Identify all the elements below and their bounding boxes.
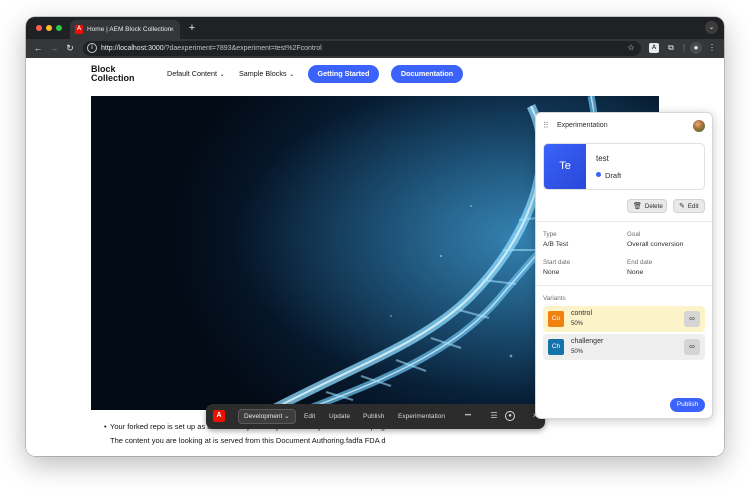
browser-menu-icon[interactable]: ⋮ [706, 42, 718, 54]
preview-variant-icon[interactable]: ∞ [684, 339, 700, 355]
experiment-thumbnail: Te [544, 144, 586, 189]
type-label: Type [543, 231, 557, 238]
minimize-window-button[interactable] [46, 25, 52, 31]
user-avatar[interactable] [693, 120, 705, 132]
more-options-icon[interactable]: ••• [462, 410, 474, 422]
chevron-down-icon: ⌄ [287, 72, 295, 78]
edit-label: Edit [687, 203, 699, 210]
variants-label: Variants [543, 295, 566, 302]
end-date-label: End date [627, 259, 653, 266]
adobe-favicon-icon: A [75, 25, 83, 34]
getting-started-button[interactable]: Getting Started [308, 65, 379, 83]
divider [536, 221, 712, 222]
divider [536, 285, 712, 286]
edit-button[interactable]: ✎ Edit [673, 199, 705, 213]
chevron-down-icon: ⌄ [284, 413, 290, 420]
nav-label: Sample Blocks [239, 69, 287, 78]
reload-icon[interactable]: ↻ [63, 41, 77, 55]
tab-title: Home | AEM Block Collection [87, 26, 172, 33]
new-tab-button[interactable]: + [185, 20, 199, 36]
browser-window: A Home | AEM Block Collection × + ⌄ ← → … [26, 17, 724, 456]
variant-name: challenger [571, 338, 604, 345]
forward-arrow-icon[interactable]: → [47, 41, 61, 55]
start-date-label: Start date [543, 259, 571, 266]
documentation-button[interactable]: Documentation [391, 65, 463, 83]
bookmark-star-icon[interactable]: ☆ [625, 42, 637, 54]
goal-value: Overall conversion [627, 241, 684, 248]
chevron-down-icon: ⌄ [217, 72, 225, 78]
user-account-icon[interactable]: ● [505, 411, 515, 421]
back-arrow-icon[interactable]: ← [31, 41, 45, 55]
web-page: Block Collection Default Content ⌄ Sampl… [26, 58, 724, 456]
browser-tab[interactable]: A Home | AEM Block Collection × [70, 20, 180, 39]
tab-strip: A Home | AEM Block Collection × + ⌄ [26, 17, 724, 39]
profile-icon[interactable]: ● [690, 42, 702, 54]
experiment-card[interactable]: Te test Draft [543, 143, 705, 190]
type-value: A/B Test [543, 241, 569, 248]
site-brand[interactable]: Block Collection [91, 65, 151, 83]
site-info-icon[interactable]: i [87, 43, 97, 53]
status-dot-icon [596, 172, 601, 177]
sidekick-publish-button[interactable]: Publish [363, 409, 384, 424]
start-date-value: None [543, 269, 560, 276]
maximize-window-button[interactable] [56, 25, 62, 31]
nav-label: Default Content [167, 69, 217, 78]
url-text[interactable]: http://localhost:3000/?daexperiment=7893… [101, 41, 322, 56]
menu-icon[interactable]: ☰ [488, 410, 500, 422]
variant-item-control[interactable]: Co control 50% ∞ [543, 306, 705, 332]
address-bar[interactable]: i http://localhost:3000/?daexperiment=78… [83, 41, 641, 56]
content-line-2: The content you are looking at is served… [110, 436, 386, 445]
delete-label: Delete [644, 203, 663, 210]
nav-sample-blocks[interactable]: Sample Blocks ⌄ [239, 69, 294, 78]
experiment-status: Draft [596, 171, 621, 180]
sidekick-experimentation-button[interactable]: Experimentation [398, 409, 445, 424]
variant-split: 50% [571, 349, 584, 355]
delete-button[interactable]: 🗑 Delete [627, 199, 667, 213]
variant-thumbnail: Co [548, 311, 564, 327]
end-date-value: None [627, 269, 644, 276]
tab-search-menu-icon[interactable]: ⌄ [705, 21, 718, 34]
sidekick-update-button[interactable]: Update [329, 409, 350, 424]
variant-item-challenger[interactable]: Ch challenger 50% ∞ [543, 334, 705, 360]
environment-switcher[interactable]: Development ⌄ [238, 409, 296, 424]
extensions-puzzle-icon[interactable]: ⧉ [665, 42, 677, 54]
experiment-name: test [596, 154, 609, 163]
preview-variant-icon[interactable]: ∞ [684, 311, 700, 327]
browser-toolbar: ← → ↻ i http://localhost:3000/?daexperim… [26, 39, 724, 58]
variant-split: 50% [571, 321, 584, 327]
pencil-icon: ✎ [679, 203, 685, 210]
adobe-logo-icon[interactable]: A [213, 410, 225, 422]
trash-icon: 🗑 [633, 203, 642, 210]
variant-name: control [571, 310, 593, 317]
status-label: Draft [605, 171, 622, 180]
experimentation-panel: ⠿ Experimentation Te test Draft 🗑 Delete … [535, 112, 713, 419]
close-window-button[interactable] [36, 25, 42, 31]
goal-label: Goal [627, 231, 641, 238]
sidekick-toolbar: A Development ⌄ Edit Update Publish Expe… [206, 404, 545, 429]
panel-title: Experimentation [557, 122, 608, 129]
environment-label: Development [244, 413, 283, 420]
sidekick-edit-button[interactable]: Edit [304, 409, 315, 424]
drag-handle-icon[interactable]: ⠿ [543, 121, 550, 130]
publish-button[interactable]: Publish [670, 398, 705, 412]
variant-thumbnail: Ch [548, 339, 564, 355]
adobe-extension-icon[interactable]: A [649, 43, 659, 53]
toolbar-divider: | [682, 43, 686, 52]
nav-default-content[interactable]: Default Content ⌄ [167, 69, 225, 78]
tab-close-icon[interactable]: × [169, 20, 174, 39]
